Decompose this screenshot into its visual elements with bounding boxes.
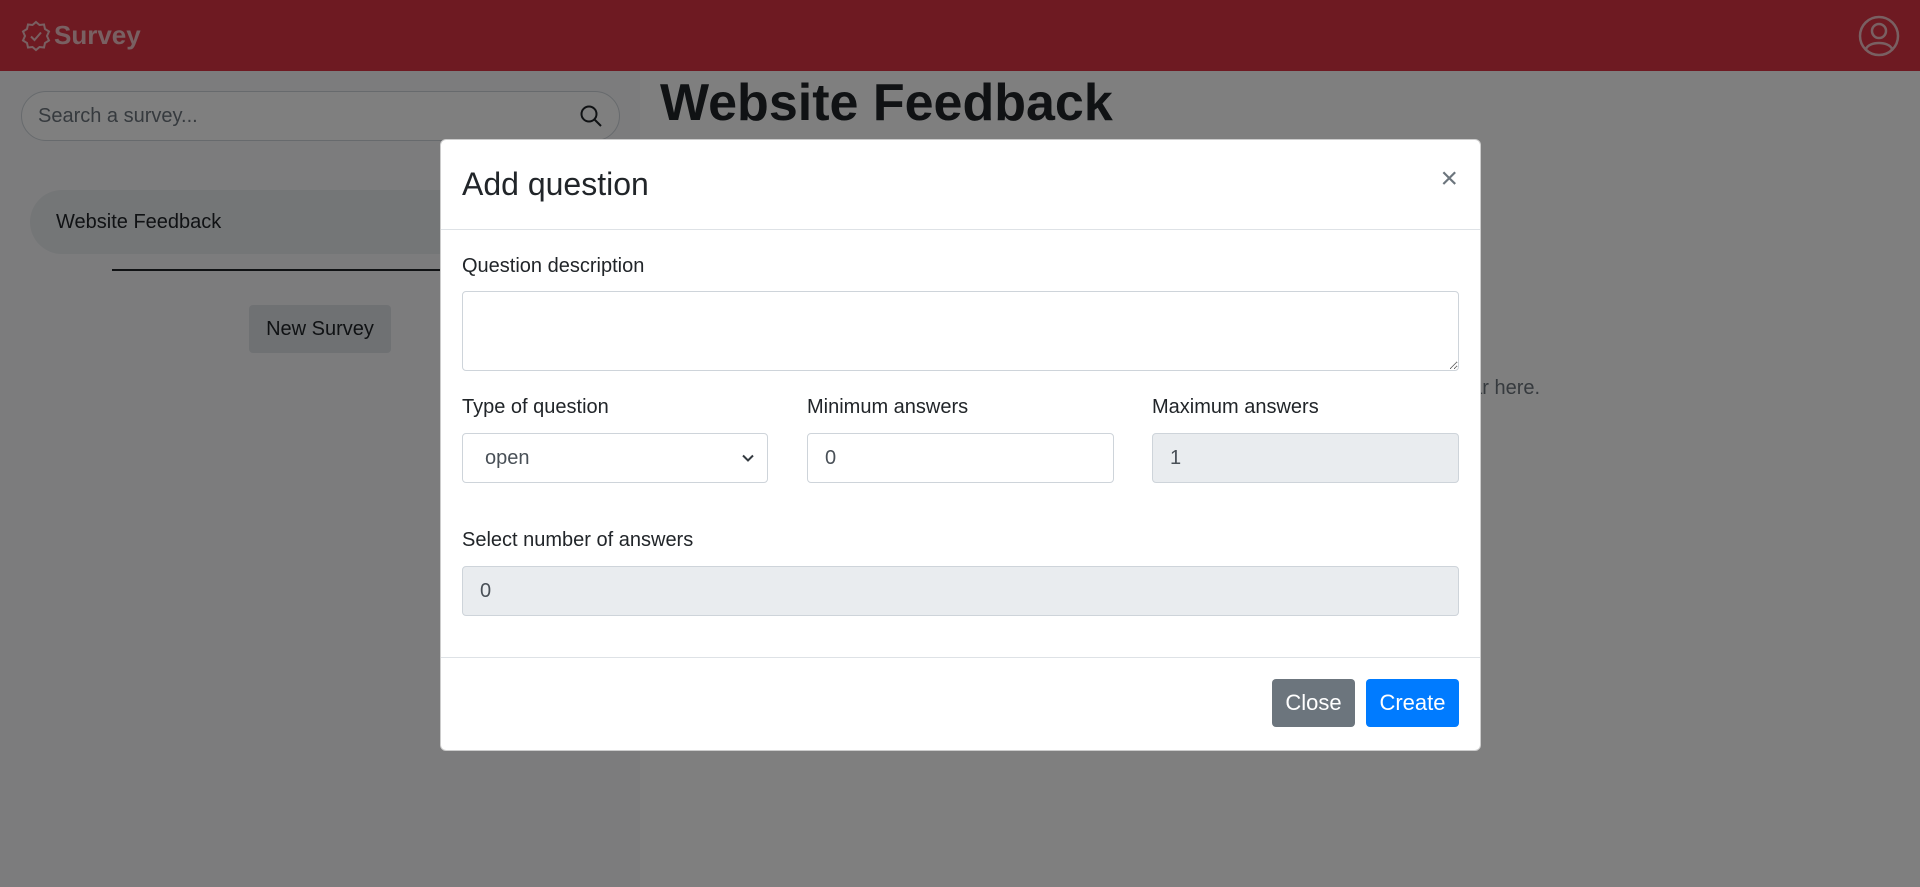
maximum-answers-label: Maximum answers	[1152, 396, 1319, 418]
chevron-down-icon	[742, 454, 754, 462]
add-question-modal: Add question × Question description Type…	[440, 139, 1481, 751]
modal-footer: Close Create	[441, 657, 1480, 750]
type-of-question-label: Type of question	[462, 396, 609, 418]
type-of-question-select[interactable]: open	[462, 433, 768, 483]
question-description-field[interactable]	[462, 291, 1459, 371]
close-button[interactable]: Close	[1272, 679, 1355, 727]
maximum-answers-value: 1	[1170, 446, 1182, 469]
modal-header: Add question ×	[441, 140, 1480, 230]
number-of-answers-field[interactable]: 0	[462, 566, 1459, 616]
modal-title: Add question	[462, 166, 649, 202]
question-description-label: Question description	[462, 255, 645, 277]
create-button[interactable]: Create	[1366, 679, 1459, 727]
close-icon[interactable]: ×	[1440, 164, 1458, 194]
minimum-answers-field[interactable]: 0	[807, 433, 1114, 483]
maximum-answers-field[interactable]: 1	[1152, 433, 1459, 483]
minimum-answers-label: Minimum answers	[807, 396, 969, 418]
number-of-answers-label: Select number of answers	[462, 529, 694, 551]
number-of-answers-value: 0	[480, 579, 492, 602]
minimum-answers-value: 0	[825, 446, 837, 469]
select-value: open	[485, 446, 530, 469]
